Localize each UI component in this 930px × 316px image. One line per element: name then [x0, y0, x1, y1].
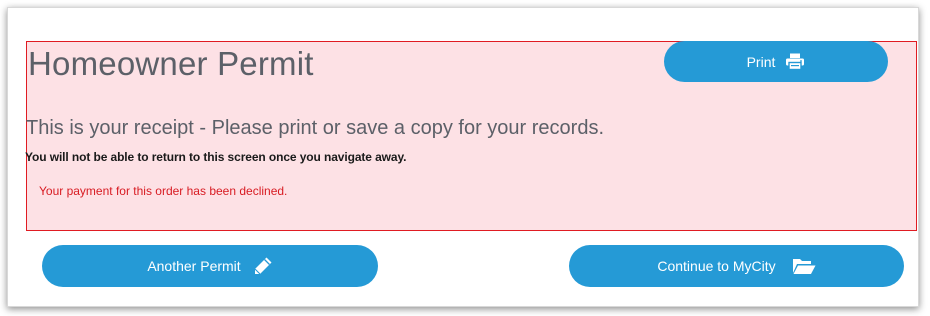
- page: Homeowner Permit Print This is your rece…: [0, 0, 930, 316]
- pencil-icon: [253, 256, 273, 276]
- another-permit-label: Another Permit: [147, 258, 241, 274]
- folder-open-icon: [792, 257, 816, 275]
- print-button[interactable]: Print: [664, 41, 888, 82]
- continue-button-label: Continue to MyCity: [657, 258, 776, 274]
- page-title: Homeowner Permit: [28, 45, 314, 82]
- another-permit-button[interactable]: Another Permit: [42, 245, 378, 287]
- payment-declined-message: Your payment for this order has been dec…: [39, 184, 288, 198]
- receipt-instructions: This is your receipt - Please print or s…: [26, 117, 605, 139]
- continue-to-mycity-button[interactable]: Continue to MyCity: [569, 245, 904, 287]
- printer-icon: [785, 53, 805, 70]
- print-button-label: Print: [746, 53, 776, 70]
- navigation-warning: You will not be able to return to this s…: [25, 150, 407, 164]
